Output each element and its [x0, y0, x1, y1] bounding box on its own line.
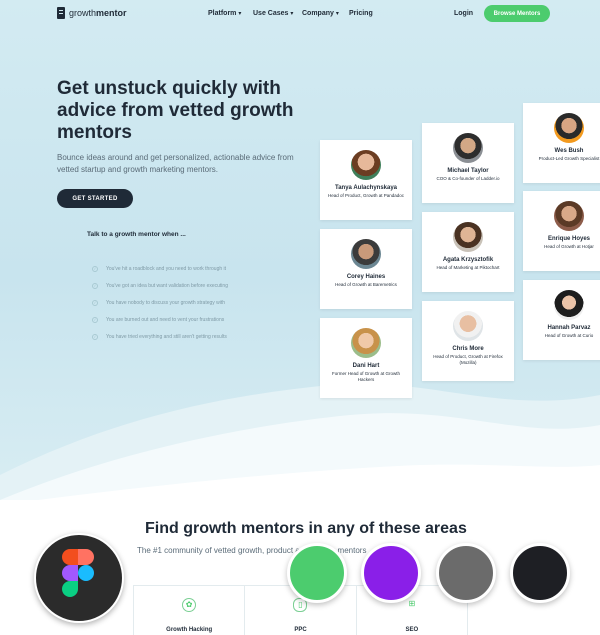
nav-use-cases-label: Use Cases: [253, 10, 289, 17]
mentor-role: Former Head of Growth at Growth Hackers: [331, 371, 401, 382]
login-link[interactable]: Login: [454, 10, 473, 17]
color-swatch-purple[interactable]: [361, 543, 421, 603]
avatar: [554, 113, 584, 143]
figma-logo-icon: [78, 549, 94, 565]
check-icon: ✓: [92, 299, 98, 306]
color-swatch-gray[interactable]: [436, 543, 496, 603]
mentor-card[interactable]: Hannah Parvaz Head of Growth at Curio: [523, 280, 600, 360]
mentor-name: Hannah Parvaz: [547, 325, 591, 331]
hero-subtext: Bounce ideas around and get personalized…: [57, 153, 294, 174]
mentor-name: Corey Haines: [346, 274, 386, 280]
nav-company[interactable]: Company ▾: [302, 10, 339, 17]
color-swatch-black[interactable]: [510, 543, 570, 603]
chevron-down-icon: ▾: [238, 11, 242, 17]
figma-logo-icon: [62, 581, 78, 597]
mentor-card[interactable]: Chris More Head of Product, Growth at Fi…: [422, 301, 514, 381]
mentor-role: Head of Product, Growth at Pandadoc: [327, 193, 405, 198]
list-item-text: You've got an idea but want validation b…: [106, 282, 228, 289]
mentor-role: Head of Product, Growth at Firefox (Mozi…: [433, 354, 503, 365]
nav-pricing-label: Pricing: [349, 10, 373, 17]
avatar: [453, 311, 483, 341]
mentor-role: Head of Marketing at Piktochart: [436, 265, 500, 270]
list-item: ✓ You are burned out and need to vent you…: [92, 311, 228, 328]
mentor-card[interactable]: Tanya Aulachynskaya Head of Product, Gro…: [320, 140, 412, 220]
mentor-card[interactable]: Agata Krzysztofik Head of Marketing at P…: [422, 212, 514, 292]
mentor-name: Chris More: [452, 346, 484, 352]
mentor-name: Wes Bush: [554, 148, 584, 154]
area-label: PPC: [294, 627, 307, 633]
get-started-button[interactable]: GET STARTED: [57, 189, 133, 208]
area-card-growth-hacking[interactable]: ✿ Growth Hacking: [134, 586, 246, 635]
figma-logo-icon: [78, 565, 94, 581]
check-icon: ✓: [92, 282, 98, 289]
mentor-name: Enrique Hoyes: [547, 236, 590, 242]
figma-logo-icon: [62, 549, 78, 565]
check-icon: ✓: [92, 333, 98, 340]
logo-icon: [57, 7, 65, 19]
mentor-role: Head of Growth at Hotjar: [544, 244, 594, 249]
check-icon: ✓: [92, 265, 98, 272]
logo-text-light: growth: [69, 8, 97, 18]
figma-logo-icon: [62, 565, 78, 581]
sitemap-icon: ⊞: [408, 599, 416, 608]
avatar: [453, 222, 483, 252]
check-icon: ✓: [92, 316, 98, 323]
mentor-card[interactable]: Enrique Hoyes Head of Growth at Hotjar: [523, 191, 600, 271]
area-label: SEO: [405, 627, 419, 633]
nav-company-label: Company: [302, 10, 334, 17]
list-item-text: You have tried everything and still aren…: [106, 333, 227, 340]
browse-mentors-button[interactable]: Browse Mentors: [484, 5, 550, 22]
mentor-role: Product-Led Growth Specialist: [538, 156, 600, 161]
chevron-down-icon: ▾: [335, 11, 339, 17]
area-label: Growth Hacking: [166, 627, 213, 633]
talk-title: Talk to a growth mentor when ...: [87, 231, 186, 238]
mentor-card[interactable]: Dani Hart Former Head of Growth at Growt…: [320, 318, 412, 398]
avatar: [453, 133, 483, 163]
mentor-card[interactable]: Michael Taylor COO & Co-founder of Ladde…: [422, 123, 514, 203]
list-item: ✓ You've got an idea but want validation …: [92, 277, 228, 294]
list-item: ✓ You've hit a roadblock and you need to …: [92, 260, 228, 277]
top-nav: growthmentor Platform ▾ Use Cases ▾ Compan…: [0, 0, 600, 30]
mentor-card[interactable]: Corey Haines Head of Growth at Baremetri…: [320, 229, 412, 309]
avatar: [351, 239, 381, 269]
list-item: ✓ You have tried everything and still are…: [92, 328, 228, 345]
figma-logo-badge: [34, 533, 124, 623]
avatar: [554, 290, 584, 320]
nav-platform-label: Platform: [208, 10, 237, 17]
chevron-down-icon: ▾: [290, 11, 294, 17]
mentor-name: Agata Krzysztofik: [442, 257, 494, 263]
mentor-role: Head of Growth at Curio: [544, 333, 594, 338]
avatar: [351, 150, 381, 180]
mentor-name: Tanya Aulachynskaya: [334, 185, 398, 191]
nav-use-cases[interactable]: Use Cases ▾: [253, 10, 293, 17]
list-item-text: You've hit a roadblock and you need to w…: [106, 265, 227, 272]
plant-icon: ✿: [182, 598, 197, 612]
nav-pricing[interactable]: Pricing: [349, 10, 373, 17]
avatar: [351, 328, 381, 358]
areas-title: Find growth mentors in any of these area…: [145, 520, 467, 537]
mentor-role: COO & Co-founder of Ladder.io: [436, 176, 500, 181]
nav-platform[interactable]: Platform ▾: [208, 10, 241, 17]
reasons-list: ✓ You've hit a roadblock and you need to …: [92, 260, 228, 345]
avatar: [554, 201, 584, 231]
list-item-text: You have nobody to discuss your growth s…: [106, 299, 226, 306]
mentor-card[interactable]: Wes Bush Product-Led Growth Specialist: [523, 103, 600, 183]
mentor-name: Dani Hart: [352, 363, 380, 369]
hero-headline: Get unstuck quickly with advice from vet…: [57, 78, 294, 143]
color-swatch-green[interactable]: [287, 543, 347, 603]
list-item-text: You are burned out and need to vent your…: [106, 316, 225, 323]
hero-section: growthmentor Platform ▾ Use Cases ▾ Compan…: [0, 0, 600, 500]
mentor-role: Head of Growth at Baremetrics: [335, 282, 397, 287]
list-item: ✓ You have nobody to discuss your growth …: [92, 294, 228, 311]
logo[interactable]: growthmentor: [57, 7, 127, 19]
logo-text-bold: mentor: [96, 8, 127, 18]
mentor-name: Michael Taylor: [447, 168, 489, 174]
